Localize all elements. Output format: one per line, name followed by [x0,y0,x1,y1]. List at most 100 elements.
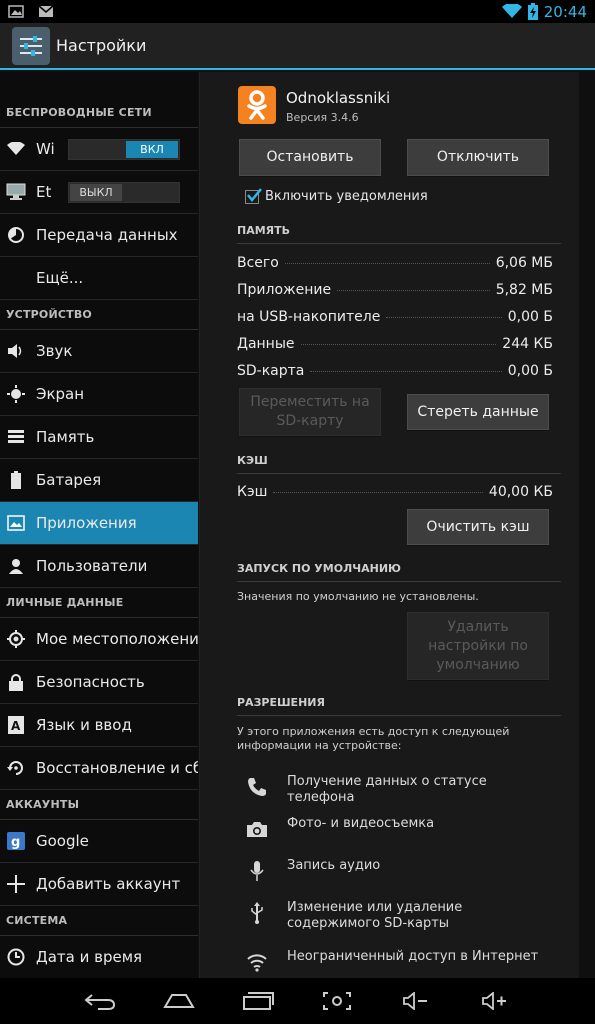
odnoklassniki-logo-icon [238,86,276,124]
memory-key: Приложение [237,282,332,298]
sidebar-item-label: Язык и ввод [36,716,132,734]
permission-text: Неограниченный доступ в Интернет [287,949,539,964]
sidebar-item-users[interactable]: Пользователи [0,545,198,588]
defaults-header: ЗАПУСК ПО УМОЛЧАНИЮ [237,562,561,582]
sidebar-item-wifi[interactable]: Wi ВКЛ [0,128,198,171]
section-header-wireless: БЕСПРОВОДНЫЕ СЕТИ [0,98,198,128]
move-to-sd-button[interactable]: Переместить на SD-карту [239,388,381,436]
memory-row: Данные 244 КБ [237,336,553,352]
sidebar-item-label: Безопасность [36,673,145,691]
sidebar-item-ethernet[interactable]: Et ВЫКЛ [0,171,198,214]
notifications-checkbox[interactable]: Включить уведомления [245,187,428,204]
section-header-device: УСТРОЙСТВО [0,300,198,330]
memory-row: Всего 6,06 МБ [237,255,553,271]
volume-up-icon[interactable] [478,988,512,1014]
wifi-icon [245,950,269,974]
navigation-bar [0,978,595,1024]
memory-key: SD-карта [237,363,305,379]
backup-icon [6,758,26,778]
cache-row: Кэш 40,00 КБ [237,484,553,500]
sidebar-item-language[interactable]: A Язык и ввод [0,704,198,747]
toggle-label: ВКЛ [126,141,178,158]
permission-item[interactable]: Запись аудио [245,858,557,883]
permission-item[interactable]: Неограниченный доступ в Интернет [245,949,557,974]
sidebar-item-display[interactable]: Экран [0,373,198,416]
section-header-accounts: АККАУНТЫ [0,790,198,820]
screen: 20:44 Настройки БЕСПРОВОДНЫЕ СЕТИ Wi ВКЛ… [0,0,595,1024]
clear-cache-button[interactable]: Очистить кэш [407,509,549,545]
data-usage-icon [6,225,26,245]
memory-row: на USB-накопителе 0,00 Б [237,309,553,325]
volume-down-icon[interactable] [399,988,433,1014]
clear-data-button[interactable]: Стереть данные [407,394,549,430]
permission-text: Получение данных о статусе телефона [287,774,487,805]
clear-defaults-button[interactable]: Удалить настройки по умолчанию [407,612,549,680]
settings-sidebar: БЕСПРОВОДНЫЕ СЕТИ Wi ВКЛ Et ВЫКЛ Передач… [0,72,198,978]
language-icon: A [6,715,26,735]
display-icon [6,384,26,404]
sidebar-item-label: Передача данных [36,226,178,244]
mail-icon [38,5,54,17]
battery-charging-icon [527,3,538,20]
usb-icon [245,901,269,925]
disable-button[interactable]: Отключить [407,139,549,176]
sidebar-item-backup[interactable]: Восстановление и сброс [0,747,198,790]
sidebar-item-label: Пользователи [36,557,148,575]
action-bar: Настройки [0,23,595,70]
recent-apps-icon[interactable] [241,988,275,1014]
force-stop-button[interactable]: Остановить [239,139,381,176]
wifi-icon [6,139,26,159]
settings-icon[interactable] [12,26,50,65]
permission-item[interactable]: Получение данных о статусе телефона [245,774,557,806]
ethernet-toggle[interactable]: ВЫКЛ [68,182,180,203]
apps-icon [6,513,26,533]
memory-row: Приложение 5,82 МБ [237,282,553,298]
sidebar-item-security[interactable]: Безопасность [0,661,198,704]
screenshot-icon[interactable] [320,988,354,1014]
sidebar-item-label: Et [36,183,52,201]
permission-text: Запись аудио [287,858,381,873]
page-title: Настройки [56,36,147,55]
sidebar-item-add-account[interactable]: Добавить аккаунт [0,863,198,906]
microphone-icon [245,859,269,883]
users-icon [6,556,26,576]
location-icon [6,629,26,649]
memory-value: 0,00 Б [507,363,553,379]
sidebar-item-location[interactable]: Мое местоположение [0,618,198,661]
sidebar-item-data-usage[interactable]: Передача данных [0,214,198,257]
memory-key: на USB-накопителе [237,309,381,325]
permission-item[interactable]: Фото- и видеосъемка [245,816,557,841]
sidebar-item-storage[interactable]: Память [0,416,198,459]
memory-key: Всего [237,255,279,271]
notifications-label: Включить уведомления [265,189,428,204]
sidebar-item-battery[interactable]: Батарея [0,459,198,502]
app-version: Версия 3.4.6 [286,111,359,124]
storage-icon [6,427,26,447]
memory-header: ПАМЯТЬ [237,224,561,244]
sidebar-item-label: Память [36,428,95,446]
plus-icon [6,874,26,894]
wifi-toggle[interactable]: ВКЛ [68,139,180,160]
sidebar-item-label: Мое местоположение [36,630,198,648]
sidebar-item-sound[interactable]: Звук [0,330,198,373]
sidebar-item-date-time[interactable]: Дата и время [0,936,198,978]
memory-key: Данные [237,336,295,352]
sound-icon [6,341,26,361]
svg-text:g: g [11,835,20,850]
sidebar-item-label: Приложения [36,514,137,532]
home-icon[interactable] [162,988,196,1014]
back-icon[interactable] [83,988,117,1014]
camera-icon [245,817,269,841]
cache-key: Кэш [237,484,268,500]
sidebar-item-apps[interactable]: Приложения [0,502,198,545]
sidebar-item-label: Google [36,832,89,850]
sidebar-item-label: Добавить аккаунт [36,875,181,893]
sidebar-item-more[interactable]: Ещё... [0,257,198,300]
memory-row: SD-карта 0,00 Б [237,363,553,379]
image-icon [8,5,24,18]
sidebar-item-google[interactable]: g Google [0,820,198,863]
permission-item[interactable]: Изменение или удаление содержимого SD-ка… [245,900,557,932]
sidebar-item-label: Wi [36,140,55,158]
status-bar: 20:44 [0,0,595,23]
permission-text: Изменение или удаление содержимого SD-ка… [287,900,463,931]
